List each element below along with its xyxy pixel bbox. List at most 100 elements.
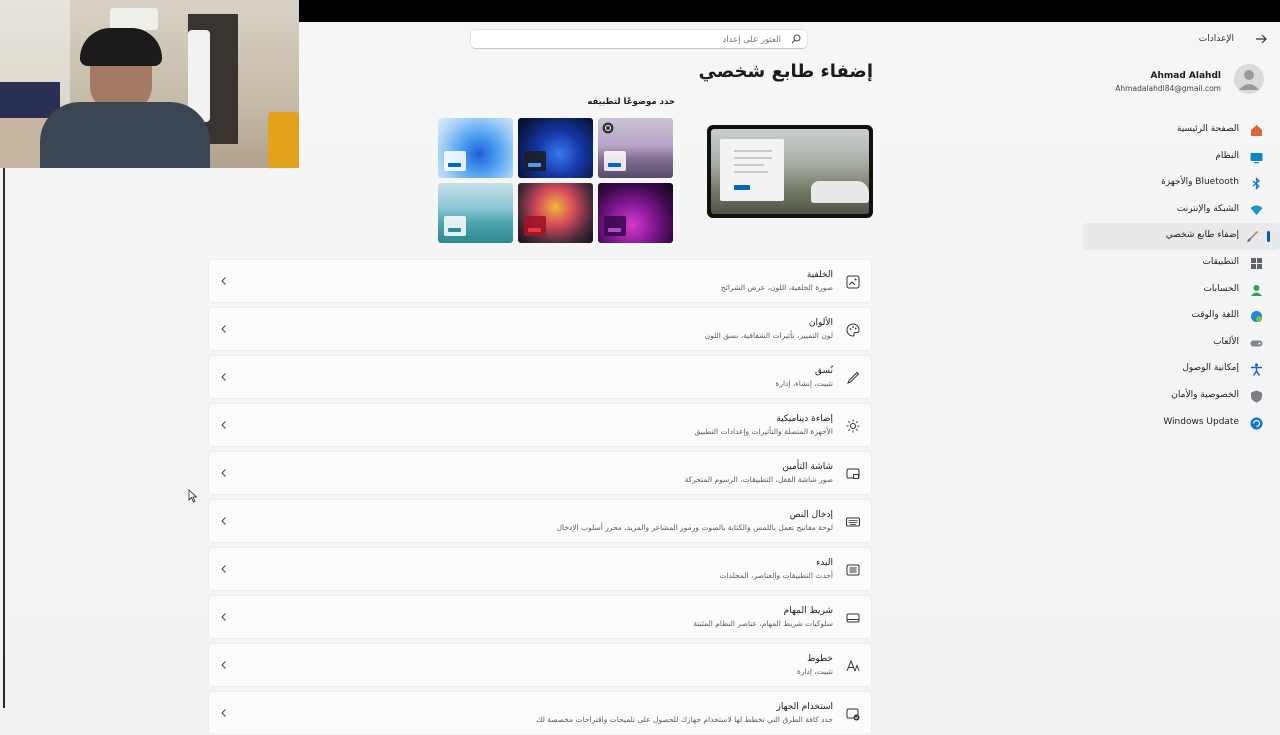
setting-subtitle: أحدث التطبيقات والعناصر، المجلدات: [719, 571, 833, 580]
chevron-left-icon: [221, 469, 226, 477]
sidebar-item-label: الحسابات: [1203, 283, 1239, 294]
bluetooth-icon: [1252, 177, 1260, 191]
search-input[interactable]: [479, 31, 783, 49]
chevron-left-icon: [221, 613, 226, 621]
sidebar-item-label: Windows Update: [1163, 416, 1239, 427]
setting-fonts[interactable]: خطوط تثبيت، إدارة: [208, 643, 872, 687]
back-arrow-icon[interactable]: [1254, 32, 1268, 46]
themes-label: حدد موضوعًا لتطبيقه: [587, 97, 675, 107]
accounts-icon: [1251, 284, 1262, 296]
setting-subtitle: سلوكيات شريط المهام، عناصر النظام المثبت…: [693, 619, 833, 628]
setting-device-usage[interactable]: استخدام الجهاز حدد كافة الطرق التي تخطط …: [208, 691, 872, 735]
sidebar-item-label: النظام: [1215, 150, 1239, 161]
setting-subtitle: لون التمييز، تأثيرات الشفافية، نسق اللون: [704, 331, 833, 340]
setting-subtitle: الأجهزة المتصلة والتأثيرات وإعدادات التط…: [694, 427, 833, 436]
search-icon: [791, 34, 801, 44]
chevron-left-icon: [221, 517, 226, 525]
setting-lock-screen[interactable]: شاشة التأمين صور شاشة القفل، التطبيقات، …: [208, 451, 872, 495]
setting-text-input[interactable]: إدخال النص لوحة مفاتيح تعمل باللمس والكت…: [208, 499, 872, 543]
sidebar-item-personalization[interactable]: إضفاء طابع شخصي: [1083, 223, 1280, 250]
camera-icon: [602, 122, 614, 134]
air-conditioner: [110, 8, 158, 30]
sidebar-item-home[interactable]: الصفحة الرئيسية: [1080, 117, 1280, 144]
webcam-overlay: [0, 0, 299, 168]
sidebar-item-accounts[interactable]: الحسابات: [1080, 277, 1280, 304]
keyboard-icon: [846, 517, 860, 527]
theme-windows-dark[interactable]: [518, 118, 593, 178]
sidebar-item-time-language[interactable]: اللغة والوقت: [1080, 303, 1280, 330]
setting-subtitle: تثبيت، إنشاء، إدارة: [775, 379, 833, 388]
theme-preview-window: [444, 216, 466, 236]
sidebar-item-privacy[interactable]: الخصوصية والأمان: [1080, 383, 1280, 410]
gamepad-icon: [1250, 340, 1263, 347]
sidebar-item-label: Bluetooth والأجهزة: [1161, 177, 1239, 188]
brush-icon: [1247, 231, 1258, 243]
chevron-left-icon: [221, 373, 226, 381]
chevron-left-icon: [221, 709, 226, 717]
setting-taskbar[interactable]: شريط المهام سلوكيات شريط المهام، عناصر ا…: [208, 595, 872, 639]
person-hair: [80, 28, 162, 66]
sidebar-item-label: الخصوصية والأمان: [1171, 389, 1239, 400]
sidebar-item-windows-update[interactable]: Windows Update: [1080, 410, 1280, 437]
picture-icon: [846, 275, 860, 289]
setting-subtitle: لوحة مفاتيح تعمل باللمس والكتابة بالصوت …: [556, 523, 833, 532]
chevron-left-icon: [221, 277, 226, 285]
setting-title: نُسق: [814, 366, 833, 376]
setting-subtitle: صورة الخلفية، اللون، عرض الشرائح: [720, 283, 833, 292]
theme-glow[interactable]: [598, 118, 673, 178]
theme-flow[interactable]: [518, 183, 593, 243]
sidebar-item-label: التطبيقات: [1202, 256, 1239, 267]
car-shape: [811, 181, 869, 203]
left-window-edge: [3, 168, 5, 708]
sidebar-item-label: الشبكة والإنترنت: [1176, 203, 1239, 214]
lock-screen-icon: [846, 468, 860, 479]
sidebar-item-label: الألعاب: [1213, 336, 1239, 347]
apps-icon: [1251, 257, 1262, 269]
setting-colors[interactable]: الألوان لون التمييز، تأثيرات الشفافية، ن…: [208, 307, 872, 351]
setting-start[interactable]: البدء أحدث التطبيقات والعناصر، المجلدات: [208, 547, 872, 591]
chevron-left-icon: [221, 565, 226, 573]
setting-title: إضاءة ديناميكية: [776, 414, 833, 424]
theme-sunrise[interactable]: [598, 183, 673, 243]
theme-preview-window: [524, 216, 546, 236]
avatar[interactable]: [1234, 64, 1264, 94]
setting-dynamic-lighting[interactable]: إضاءة ديناميكية الأجهزة المتصلة والتأثير…: [208, 403, 872, 447]
sidebar-item-gaming[interactable]: الألعاب: [1080, 330, 1280, 357]
setting-themes[interactable]: نُسق تثبيت، إنشاء، إدارة: [208, 355, 872, 399]
wifi-icon: [1250, 205, 1263, 215]
setting-title: شاشة التأمين: [782, 462, 833, 472]
mouse-cursor-icon: [188, 489, 198, 503]
theme-preview-window: [604, 216, 626, 236]
setting-title: خطوط: [807, 654, 833, 664]
sidebar-item-apps[interactable]: التطبيقات: [1080, 250, 1280, 277]
home-icon: [1251, 125, 1262, 136]
person-hoodie: [40, 102, 210, 168]
wallpaper-preview: [711, 129, 869, 214]
start-icon: [846, 564, 860, 576]
theme-captured-motion[interactable]: [438, 183, 513, 243]
sidebar-item-accessibility[interactable]: إمكانية الوصول: [1080, 356, 1280, 383]
sidebar-item-network[interactable]: الشبكة والإنترنت: [1080, 197, 1280, 224]
theme-preview-window: [524, 151, 546, 171]
sidebar-item-label: إضفاء طابع شخصي: [1165, 230, 1239, 241]
sidebar-nav: الصفحة الرئيسية النظام Bluetooth والأجهز…: [1080, 117, 1280, 436]
chevron-left-icon: [221, 661, 226, 669]
sidebar-item-system[interactable]: النظام: [1080, 144, 1280, 171]
sidebar-item-label: إمكانية الوصول: [1182, 363, 1239, 374]
theme-preview-window: [444, 151, 466, 171]
globe-clock-icon: [1251, 311, 1262, 323]
device-usage-icon: [846, 708, 860, 721]
setting-background[interactable]: الخلفية صورة الخلفية، اللون، عرض الشرائح: [208, 259, 872, 303]
sun-icon: [846, 419, 860, 433]
sidebar-item-bluetooth[interactable]: Bluetooth والأجهزة: [1080, 170, 1280, 197]
pen-icon: [847, 371, 860, 384]
palette-icon: [846, 323, 860, 337]
chevron-left-icon: [221, 421, 226, 429]
setting-title: شريط المهام: [783, 606, 833, 616]
search-box[interactable]: [470, 29, 808, 49]
setting-subtitle: تثبيت، إدارة: [796, 667, 833, 676]
shield-icon: [1251, 390, 1262, 403]
yellow-stool: [268, 112, 299, 168]
theme-windows-light[interactable]: [438, 118, 513, 178]
user-email: Ahmadalahdl84@gmail.com: [1115, 84, 1221, 93]
